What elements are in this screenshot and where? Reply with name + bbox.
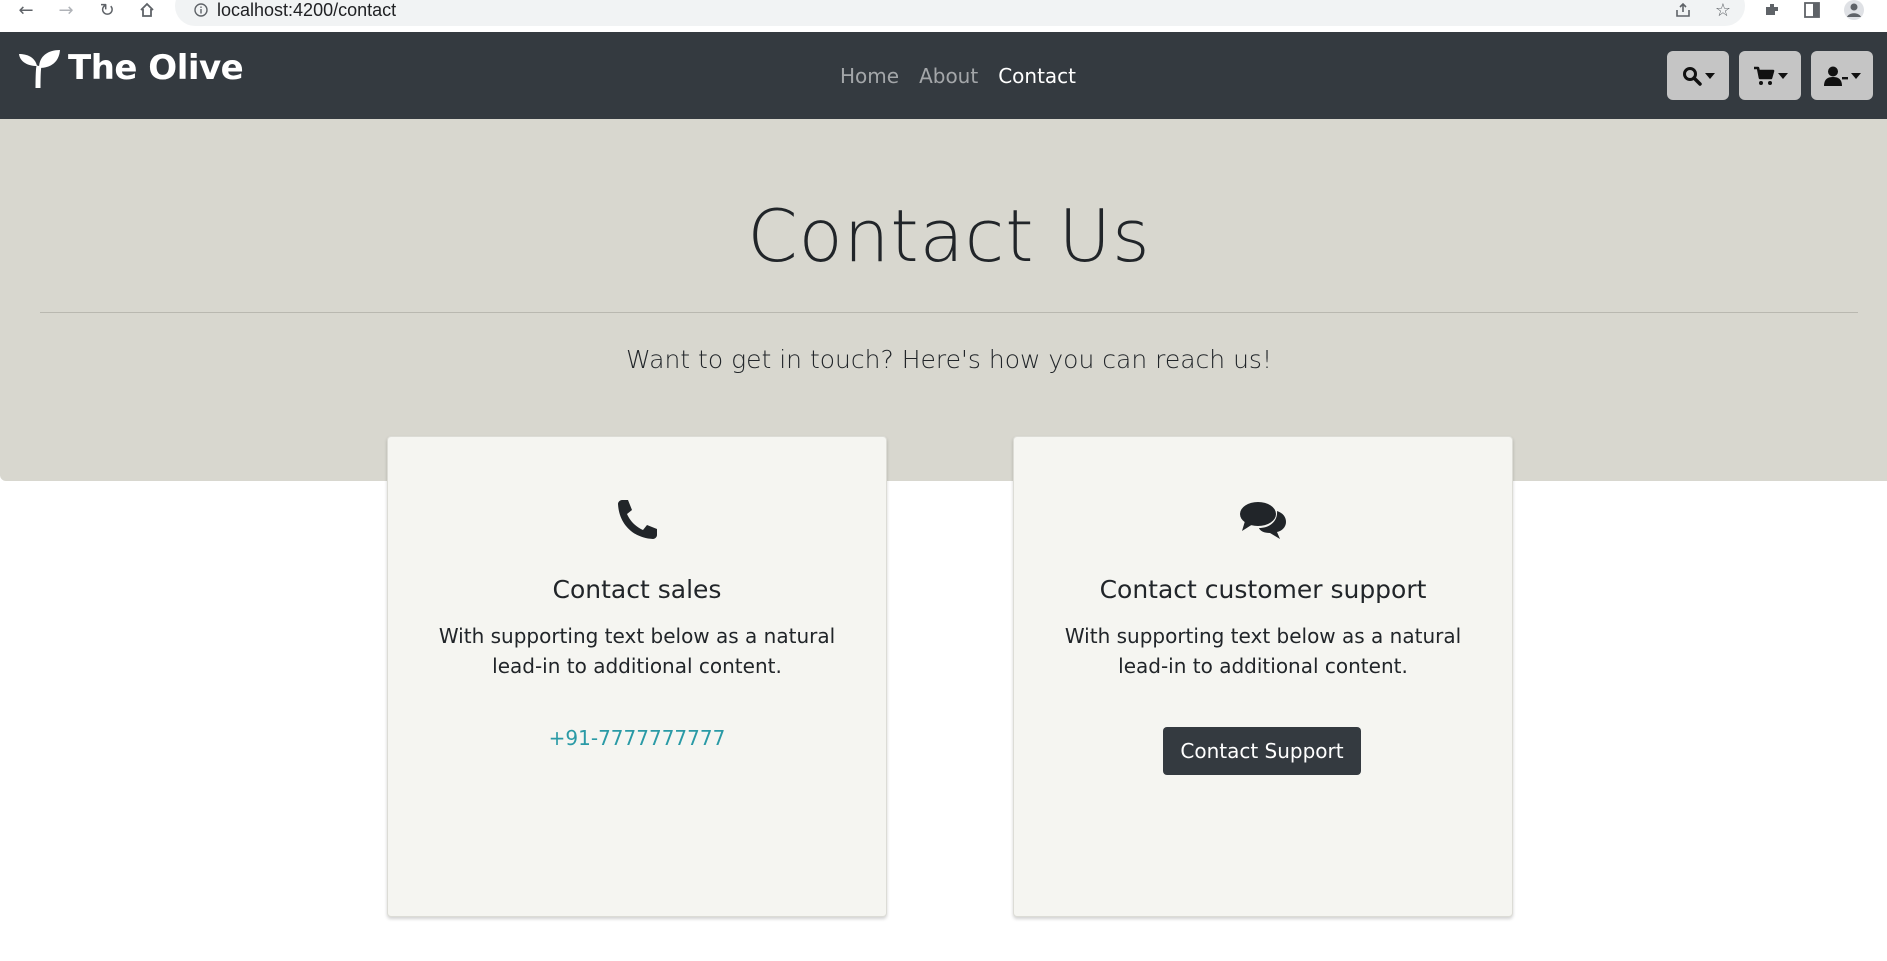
card-title: Contact sales <box>552 575 722 604</box>
brand[interactable]: The Olive <box>18 48 244 88</box>
forward-icon[interactable]: → <box>56 0 76 21</box>
divider <box>40 312 1858 313</box>
phone-icon <box>618 500 657 539</box>
hero-jumbotron: Contact Us Want to get in touch? Here's … <box>0 119 1887 481</box>
address-bar[interactable]: localhost:4200/contact <box>175 0 1745 26</box>
nav-link-contact[interactable]: Contact <box>988 64 1086 88</box>
contact-support-button[interactable]: Contact Support <box>1163 727 1361 775</box>
nav-link-about[interactable]: About <box>909 64 988 88</box>
chevron-down-icon <box>1850 72 1861 79</box>
cart-icon <box>1753 66 1774 85</box>
extensions-icon[interactable] <box>1760 0 1784 20</box>
chevron-down-icon <box>1704 72 1715 79</box>
share-icon[interactable] <box>1671 0 1695 20</box>
customer-support-card: Contact customer support With supporting… <box>1013 436 1513 917</box>
site-info-icon[interactable] <box>191 0 211 20</box>
side-panel-icon[interactable] <box>1800 0 1824 20</box>
leaf-logo-icon <box>19 50 60 88</box>
contact-sales-card: Contact sales With supporting text below… <box>387 436 887 917</box>
navbar: The Olive Home About Contact <box>0 32 1887 119</box>
card-text: With supporting text below as a natural … <box>1064 624 1462 678</box>
url-text: localhost:4200/contact <box>217 0 397 20</box>
brand-name: The Olive <box>68 48 244 88</box>
bookmark-star-icon[interactable]: ☆ <box>1711 0 1735 21</box>
back-icon[interactable]: ← <box>16 0 36 21</box>
comments-icon <box>1240 502 1286 539</box>
browser-toolbar: ← → ↻ localhost:4200/contact ☆ <box>0 0 1887 32</box>
search-icon <box>1682 66 1702 86</box>
card-title: Contact customer support <box>1099 575 1427 604</box>
search-dropdown-button[interactable] <box>1667 51 1729 100</box>
user-dropdown-button[interactable] <box>1811 51 1873 100</box>
nav-links: Home About Contact <box>830 60 1086 92</box>
home-icon[interactable] <box>137 0 157 20</box>
user-icon <box>1823 66 1848 86</box>
page-title: Contact Us <box>747 194 1151 278</box>
chevron-down-icon <box>1777 72 1788 79</box>
page-lead: Want to get in touch? Here's how you can… <box>626 345 1272 374</box>
reload-icon[interactable]: ↻ <box>97 0 117 21</box>
profile-avatar-icon[interactable] <box>1842 0 1866 20</box>
card-text: With supporting text below as a natural … <box>438 624 836 678</box>
sales-phone-link[interactable]: +91-7777777777 <box>388 726 886 750</box>
nav-link-home[interactable]: Home <box>830 64 909 88</box>
cart-dropdown-button[interactable] <box>1739 51 1801 100</box>
